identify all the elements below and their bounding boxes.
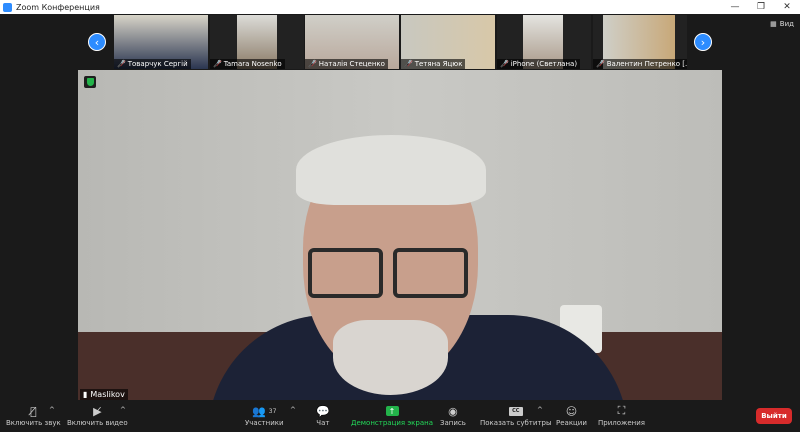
view-label: Вид xyxy=(779,20,794,28)
view-button[interactable]: ▦ Вид xyxy=(770,20,794,28)
next-page-button[interactable]: › xyxy=(694,33,712,51)
speaker-hair xyxy=(296,135,486,205)
speaker-label: ▮ Maslikov xyxy=(80,389,128,400)
participant-name: Валентин Петренко [... xyxy=(606,60,687,68)
leave-button[interactable]: Выйти xyxy=(756,408,792,424)
captions-label: Показать субтитры xyxy=(480,419,552,427)
reactions-icon: ☺ xyxy=(565,404,578,418)
apps-label: Приложения xyxy=(598,419,645,427)
participant-thumbnail[interactable]: 🎤̸ Наталія Стеценко xyxy=(305,15,399,69)
muted-mic-icon: 🎤̸ xyxy=(213,60,222,68)
muted-mic-icon: 🎤̸ xyxy=(117,60,126,68)
chat-label: Чат xyxy=(316,419,330,427)
active-speaker-video xyxy=(78,70,722,400)
video-options-caret-icon[interactable]: ^ xyxy=(120,406,126,414)
audio-options-caret-icon[interactable]: ^ xyxy=(49,406,55,414)
participant-thumbnail[interactable]: 🎤̸ Tamara Nosenko xyxy=(210,15,304,69)
apps-icon: ⛶ xyxy=(617,404,626,417)
share-screen-label: Демонстрация экрана xyxy=(351,419,433,427)
reactions-label: Реакции xyxy=(556,419,587,427)
restore-button[interactable]: ❐ xyxy=(748,2,774,12)
participants-label: Участники xyxy=(245,419,284,427)
signal-strength-icon: ▮ xyxy=(83,390,88,399)
participants-caret-icon[interactable]: ^ xyxy=(290,406,296,414)
reactions-button[interactable]: ☺ Реакции xyxy=(556,403,587,428)
participants-button[interactable]: 👥 37 Участники xyxy=(245,403,284,428)
title-bar: Zoom Конференция — ❐ ✕ xyxy=(0,0,800,14)
muted-mic-icon: 🎤̸ xyxy=(500,60,509,68)
meeting-toolbar: 🎙̸ Включить звук ^ ▶̸ Включить видео ^ 👥… xyxy=(0,400,800,432)
participant-thumbnail[interactable]: 🎤̸ Валентин Петренко [... xyxy=(593,15,687,69)
minimize-button[interactable]: — xyxy=(722,2,748,12)
closed-captions-icon: CC xyxy=(508,406,523,416)
apps-button[interactable]: ⛶ Приложения xyxy=(598,403,645,427)
speaker-glasses xyxy=(308,248,468,298)
share-screen-icon: ↑ xyxy=(385,406,399,416)
participant-thumbnail[interactable]: 🎤̸ Тетяна Яцюк xyxy=(401,15,495,69)
muted-mic-icon: 🎤̸ xyxy=(596,60,605,68)
chat-icon: 💬 xyxy=(316,404,330,418)
chat-button[interactable]: 💬 Чат xyxy=(316,403,330,428)
participant-name: Наталія Стеценко xyxy=(318,60,385,68)
close-button[interactable]: ✕ xyxy=(774,2,800,12)
muted-mic-icon: 🎤̸ xyxy=(308,60,317,68)
participants-icon-wrap: 👥 37 xyxy=(252,403,276,419)
participants-icon: 👥 xyxy=(252,404,266,418)
participant-name: Tamara Nosenko xyxy=(223,60,282,68)
zoom-logo-icon xyxy=(3,2,12,12)
participants-count: 37 xyxy=(268,407,277,415)
captions-caret-icon[interactable]: ^ xyxy=(537,406,543,414)
share-screen-button[interactable]: ↑ Демонстрация экрана xyxy=(351,403,433,427)
record-button[interactable]: ◉ Запись xyxy=(440,403,466,428)
participant-thumbnail[interactable]: 🎤̸ iPhone (Светлана) xyxy=(497,15,591,69)
muted-mic-icon: 🎙̸ xyxy=(30,404,37,418)
participant-name: Товарчук Сергій xyxy=(127,60,188,68)
participant-name: Тетяна Яцюк xyxy=(414,60,463,68)
start-video-button[interactable]: ▶̸ Включить видео xyxy=(67,403,128,428)
muted-mic-icon: 🎤̸ xyxy=(404,60,413,68)
speaker-beard xyxy=(333,320,448,395)
record-label: Запись xyxy=(440,419,466,427)
gallery-strip: ‹ 🎤̸ Товарчук Сергій 🎤̸ Tamara Nosenko 🎤̸ Н… xyxy=(0,14,800,70)
unmute-label: Включить звук xyxy=(6,419,61,427)
participant-name: iPhone (Светлана) xyxy=(510,60,578,68)
grid-view-icon: ▦ xyxy=(770,20,777,28)
record-icon: ◉ xyxy=(448,404,458,418)
encryption-shield-icon[interactable] xyxy=(84,76,96,88)
speaker-name: Maslikov xyxy=(90,390,125,399)
video-off-icon: ▶̸ xyxy=(93,404,102,418)
participant-thumbnail[interactable]: 🎤̸ Товарчук Сергій xyxy=(114,15,208,69)
start-video-label: Включить видео xyxy=(67,419,128,427)
previous-page-button[interactable]: ‹ xyxy=(88,33,106,51)
window-title: Zoom Конференция xyxy=(16,2,100,12)
